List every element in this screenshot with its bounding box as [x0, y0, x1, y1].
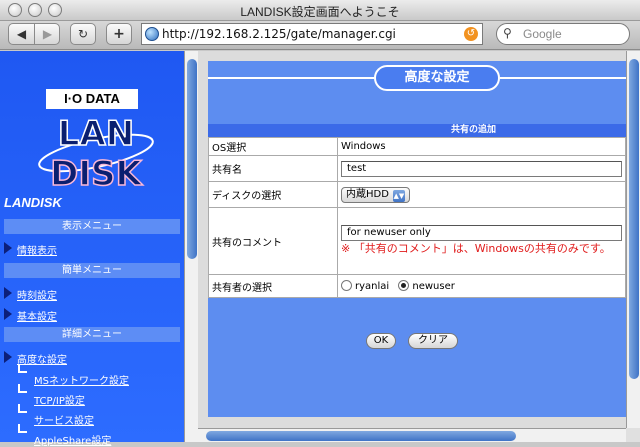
- search-placeholder: Google: [523, 27, 562, 41]
- add-bookmark-button[interactable]: +: [106, 23, 132, 45]
- globe-icon: [145, 27, 159, 41]
- select-arrows-icon: ▲▼: [392, 189, 405, 202]
- sidebar-item-basic[interactable]: 基本設定: [17, 308, 57, 323]
- forward-button[interactable]: ▶: [35, 24, 60, 44]
- url-text: http://192.168.2.125/gate/manager.cgi: [162, 27, 396, 41]
- table-row: ディスクの選択 内蔵HDD ▲▼: [209, 182, 625, 207]
- nav-button-group: ◀ ▶: [8, 23, 60, 45]
- title-rule-left: [208, 77, 374, 79]
- clear-button[interactable]: クリア: [408, 333, 458, 349]
- arrow-icon: [4, 351, 12, 363]
- window-titlebar: LANDISK設定画面へようこそ: [0, 0, 640, 21]
- tree-elbow-icon: [18, 364, 27, 373]
- sidebar-item-time[interactable]: 時刻設定: [17, 287, 57, 302]
- browser-toolbar: ◀ ▶ ↻ + http://192.168.2.125/gate/manage…: [0, 21, 640, 50]
- comment-label: 共有のコメント: [209, 208, 337, 274]
- sidebar-item-msnetwork[interactable]: MSネットワーク設定: [34, 372, 129, 387]
- plus-icon: +: [113, 26, 125, 42]
- search-icon: ⚲: [503, 26, 512, 40]
- share-name-label: 共有名: [209, 156, 337, 181]
- main-horizontal-scroll-thumb[interactable]: [206, 431, 516, 441]
- share-name-input[interactable]: test: [341, 160, 622, 177]
- tree-elbow-icon: [18, 384, 27, 393]
- reload-button[interactable]: ↻: [70, 23, 96, 45]
- sidebar-item-info[interactable]: 情報表示: [17, 242, 57, 257]
- tree-elbow-icon: [18, 424, 27, 433]
- page-title: 高度な設定: [374, 65, 500, 91]
- main-vertical-scroll-thumb[interactable]: [629, 59, 639, 379]
- main-vertical-scrollbar[interactable]: [626, 51, 640, 428]
- search-field[interactable]: ⚲ Google: [496, 23, 630, 45]
- table-row: OS選択 Windows: [209, 138, 625, 155]
- arrow-icon: [4, 242, 12, 254]
- window-title: LANDISK設定画面へようこそ: [240, 5, 400, 19]
- sidebar-scroll-thumb[interactable]: [187, 59, 197, 259]
- radio-button-selected[interactable]: [398, 280, 410, 291]
- snapback-icon[interactable]: ↺: [464, 27, 478, 41]
- sidebar-frame: I·O DATA LAN DISK LANDISK 表示メニュー 情報表示 簡単…: [0, 51, 198, 447]
- iodata-logo: I·O DATA: [46, 89, 138, 109]
- logo-disk-text: DISK: [50, 154, 143, 194]
- arrow-icon: [4, 308, 12, 320]
- title-rule-right: [500, 77, 626, 79]
- easy-menu-header: 簡単メニュー: [4, 263, 180, 278]
- disk-select[interactable]: 内蔵HDD ▲▼: [341, 186, 410, 203]
- sidebar-item-appleshare[interactable]: AppleShare設定: [34, 432, 111, 447]
- sidebar-title: LANDISK: [4, 195, 62, 210]
- share-form-table: OS選択 Windows 共有名 test ディスクの選択 内蔵HDD ▲▼ 共有…: [208, 137, 626, 298]
- advanced-menu-header: 詳細メニュー: [4, 327, 180, 342]
- address-bar[interactable]: http://192.168.2.125/gate/manager.cgi ↺: [141, 23, 483, 45]
- arrow-icon: [4, 287, 12, 299]
- back-button[interactable]: ◀: [9, 24, 34, 44]
- logo-lan-text: LAN: [58, 114, 134, 154]
- comment-note: ※ 「共有のコメント」は、Windowsの共有のみです。: [341, 242, 611, 255]
- main-frame: 高度な設定 共有の追加 OS選択 Windows 共有名 test ディスクの選…: [198, 51, 640, 442]
- os-value: Windows: [338, 138, 625, 155]
- table-row: 共有のコメント for newuser only ※ 「共有のコメント」は、Wi…: [209, 208, 625, 274]
- sidebar-item-tcpip[interactable]: TCP/IP設定: [34, 392, 85, 407]
- landisk-logo: LAN DISK: [38, 113, 154, 195]
- sidebar-scrollbar[interactable]: [184, 51, 198, 442]
- table-row: 共有名 test: [209, 156, 625, 181]
- user-label: 共有者の選択: [209, 275, 337, 297]
- resize-corner[interactable]: [626, 428, 640, 442]
- section-header: 共有の追加: [208, 124, 626, 137]
- user-option-newuser[interactable]: newuser: [398, 280, 455, 292]
- disk-label: ディスクの選択: [209, 182, 337, 207]
- table-row: 共有者の選択 ryanlai newuser: [209, 275, 625, 297]
- main-horizontal-scrollbar[interactable]: [198, 428, 626, 442]
- ok-button[interactable]: OK: [366, 333, 396, 349]
- tree-elbow-icon: [18, 404, 27, 413]
- user-option-ryanlai[interactable]: ryanlai: [341, 280, 389, 292]
- comment-input[interactable]: for newuser only: [341, 225, 622, 241]
- reload-icon: ↻: [77, 27, 89, 41]
- os-label: OS選択: [209, 138, 337, 155]
- sidebar-item-service[interactable]: サービス設定: [34, 412, 94, 427]
- radio-button[interactable]: [341, 280, 352, 291]
- display-menu-header: 表示メニュー: [4, 219, 180, 234]
- disk-select-value: 内蔵HDD: [346, 188, 389, 200]
